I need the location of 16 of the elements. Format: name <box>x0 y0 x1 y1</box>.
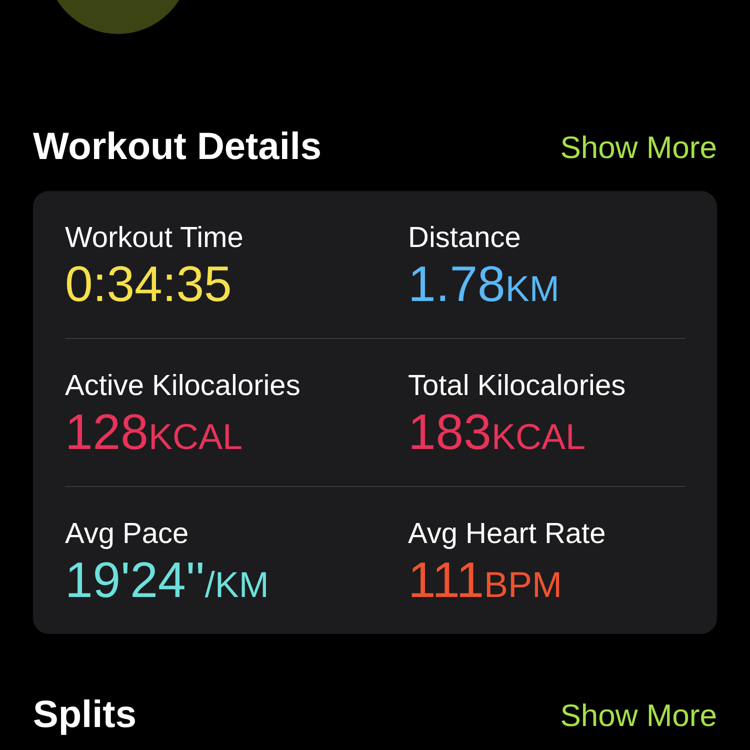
metric-label: Avg Pace <box>65 517 190 551</box>
section-title: Workout Details <box>33 126 322 169</box>
metric-label: Distance <box>408 221 522 255</box>
metric-value: 111BPM <box>408 551 564 610</box>
metric-value: 183KCAL <box>408 403 586 462</box>
metric-value: 0:34:35 <box>65 255 233 313</box>
section-title: Splits <box>33 694 136 737</box>
metric-label: Total Kilocalories <box>408 369 627 403</box>
metric-value: 19'24''/KM <box>65 551 270 610</box>
show-more-link[interactable]: Show More <box>560 698 717 734</box>
show-more-link[interactable]: Show More <box>560 130 717 166</box>
metric-label: Avg Heart Rate <box>408 517 607 551</box>
metric-label: Workout Time <box>65 221 244 255</box>
metric-label: Active Kilocalories <box>65 369 302 403</box>
metric-value: 128KCAL <box>65 403 244 462</box>
metric-value: 1.78KM <box>408 255 560 314</box>
